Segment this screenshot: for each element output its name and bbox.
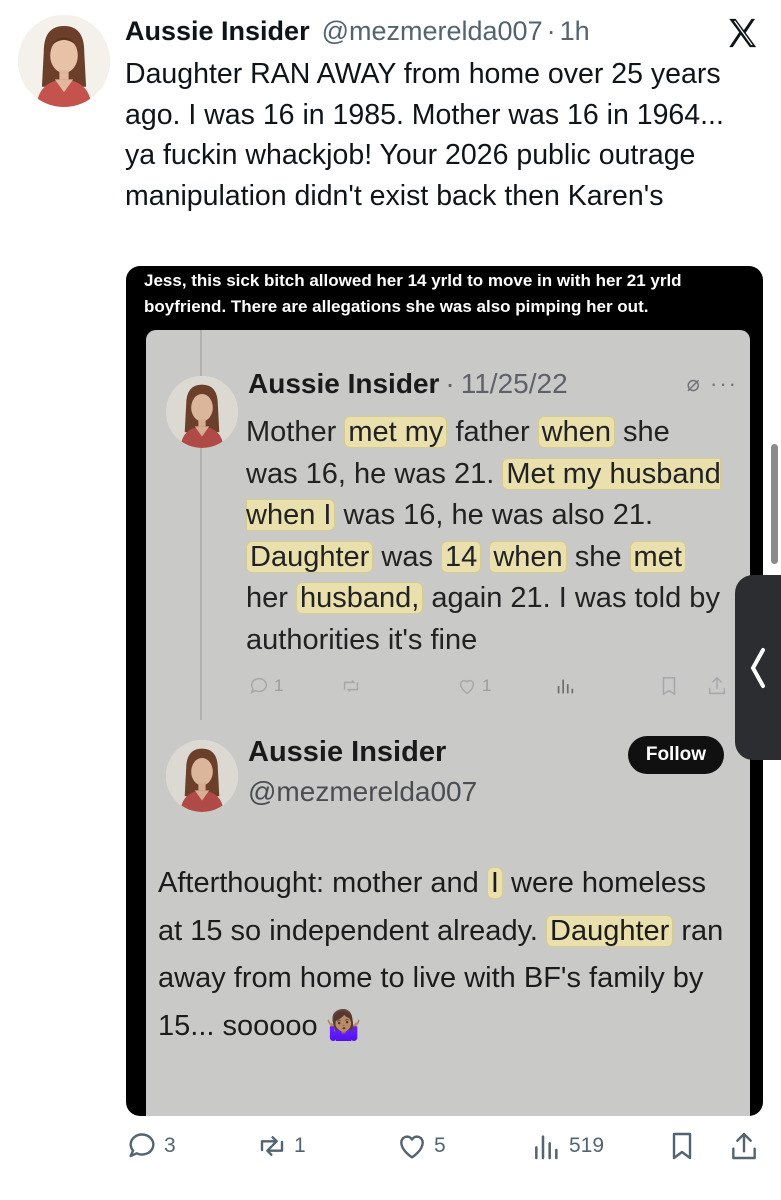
quoted-views xyxy=(554,675,576,697)
header-separator: · xyxy=(546,15,556,46)
highlighted-text: Daughter xyxy=(246,540,374,573)
heart-icon xyxy=(400,1135,424,1159)
tweet-media-image[interactable]: Jess, this sick bitch allowed her 14 yrl… xyxy=(126,266,763,1116)
share-icon xyxy=(732,1132,756,1160)
quoted-post-actions: 1 1 xyxy=(248,675,738,703)
author-avatar[interactable] xyxy=(18,15,110,107)
quoted-like: 1 xyxy=(456,675,491,697)
reply-count: 3 xyxy=(164,1134,176,1157)
quoted-like-count: 1 xyxy=(482,676,492,695)
reply-button[interactable]: 3 xyxy=(126,1130,176,1162)
scrollbar-thumb[interactable] xyxy=(771,444,778,564)
like-count: 5 xyxy=(434,1134,446,1157)
tweet-timestamp[interactable]: 1h xyxy=(560,16,590,47)
text-segment: Mother xyxy=(246,416,345,448)
embedded-screenshot: Aussie Insider · 11/25/22 ⌀ ··· Mother m… xyxy=(146,330,750,1116)
share-icon xyxy=(708,676,726,695)
tweet-header: Aussie Insider @mezmerelda007 · 1h xyxy=(125,10,761,52)
second-post-text: Afterthought: mother and I were homeless… xyxy=(158,860,738,1050)
repost-icon xyxy=(343,679,359,693)
side-panel-tab[interactable] xyxy=(735,575,781,760)
quoted-bookmark xyxy=(658,675,680,697)
highlighted-text: when xyxy=(489,540,567,573)
woman-portrait-icon xyxy=(18,15,110,107)
follow-button: Follow xyxy=(627,736,724,774)
tweet-actions: 3 1 5 519 xyxy=(126,1130,766,1174)
second-post-avatar xyxy=(166,740,238,812)
share-button[interactable] xyxy=(728,1130,760,1162)
views-count: 519 xyxy=(569,1134,605,1157)
views-icon xyxy=(557,679,574,694)
highlighted-text: 14 xyxy=(441,540,482,573)
views-button[interactable]: 519 xyxy=(531,1130,604,1162)
like-button[interactable]: 5 xyxy=(396,1130,446,1162)
text-segment: her xyxy=(246,582,296,614)
quoted-post-header: Aussie Insider · 11/25/22 ⌀ ··· xyxy=(248,368,738,400)
highlighted-text: Daughter xyxy=(546,914,674,947)
bookmark-button[interactable] xyxy=(666,1130,698,1162)
chevron-left-icon xyxy=(750,647,765,688)
quoted-post-text: Mother met my father when she was 16, he… xyxy=(246,412,726,661)
quoted-reply: 1 xyxy=(248,675,283,697)
quoted-separator: · xyxy=(445,368,455,399)
text-segment: was 16, he was also 21. xyxy=(335,499,654,531)
woman-portrait-icon xyxy=(166,376,238,448)
text-segment: she xyxy=(566,540,630,573)
highlighted-text: I xyxy=(486,867,503,899)
bookmark-icon xyxy=(672,1132,692,1160)
views-icon xyxy=(535,1135,558,1160)
quoted-share xyxy=(706,675,728,697)
quoted-reply-count: 1 xyxy=(274,676,284,695)
second-post-handle: @mezmerelda007 xyxy=(248,776,478,807)
media-caption: Jess, this sick bitch allowed her 14 yrl… xyxy=(144,271,682,316)
highlighted-text: met xyxy=(629,540,686,573)
quoted-author-name: Aussie Insider xyxy=(248,368,440,399)
reply-icon xyxy=(250,677,268,694)
tweet-text: Daughter RAN AWAY from home over 25 year… xyxy=(125,58,724,212)
author-name[interactable]: Aussie Insider xyxy=(125,16,310,47)
quoted-more-icons: ⌀ ··· xyxy=(686,371,738,396)
quoted-post-avatar xyxy=(166,376,238,448)
heart-icon xyxy=(459,679,475,695)
repost-icon xyxy=(260,1136,284,1156)
second-post-author-name: Aussie Insider xyxy=(248,736,447,768)
reply-icon xyxy=(129,1133,155,1158)
repost-count: 1 xyxy=(294,1134,306,1157)
quoted-repost xyxy=(340,675,362,697)
quoted-date: 11/25/22 xyxy=(460,368,568,399)
bookmark-icon xyxy=(662,677,676,696)
x-logo-icon[interactable] xyxy=(725,16,759,50)
author-handle[interactable]: @mezmerelda007 xyxy=(322,16,543,47)
highlighted-text: when xyxy=(537,416,615,448)
highlighted-text: met my xyxy=(344,416,448,448)
text-segment: father xyxy=(447,416,538,448)
text-segment: was xyxy=(373,540,441,573)
text-segment: Afterthought: mother and xyxy=(158,867,487,899)
repost-button[interactable]: 1 xyxy=(256,1130,306,1162)
woman-portrait-icon xyxy=(166,740,238,812)
highlighted-text: husband, xyxy=(295,582,424,614)
